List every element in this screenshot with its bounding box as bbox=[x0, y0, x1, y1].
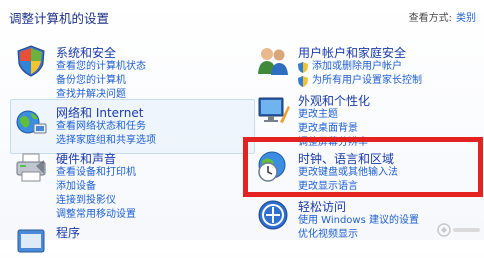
link-view-computer-status[interactable]: 查看您的计算机状态 bbox=[56, 60, 146, 74]
link-backup-computer[interactable]: 备份您的计算机 bbox=[56, 74, 146, 88]
link-add-remove-accounts-label: 添加或删除用户帐户 bbox=[312, 61, 402, 72]
red-highlight-box bbox=[243, 137, 483, 197]
watermark-logo-icon bbox=[437, 223, 480, 237]
network-globe-icon bbox=[16, 110, 47, 134]
link-mobility-settings[interactable]: 调整常用移动设置 bbox=[56, 208, 136, 222]
programs-icon bbox=[17, 229, 45, 253]
link-parental-controls-label: 为所有用户设置家长控制 bbox=[312, 75, 422, 86]
link-connect-projector[interactable]: 连接到投影仪 bbox=[56, 194, 136, 208]
category-programs[interactable]: 程序 bbox=[14, 224, 244, 253]
link-network-status[interactable]: 查看网络状态和任务 bbox=[56, 120, 156, 134]
category-title-user-accounts[interactable]: 用户帐户和家庭安全 bbox=[298, 44, 406, 61]
link-add-device[interactable]: 添加设备 bbox=[56, 180, 136, 194]
category-title-hardware-sound[interactable]: 硬件和声音 bbox=[56, 150, 116, 167]
category-hardware-sound[interactable]: 硬件和声音 查看设备和打印机 添加设备 连接到投影仪 调整常用移动设置 bbox=[14, 150, 244, 220]
uac-shield-icon bbox=[298, 62, 308, 73]
link-add-remove-accounts[interactable]: 添加或删除用户帐户 bbox=[298, 60, 422, 74]
monitor-brush-icon bbox=[258, 97, 290, 123]
category-title-appearance[interactable]: 外观和个性化 bbox=[298, 92, 370, 109]
shield-flag-icon bbox=[17, 45, 45, 77]
users-icon bbox=[258, 48, 288, 75]
category-title-network-internet[interactable]: 网络和 Internet bbox=[56, 104, 143, 121]
link-devices-printers[interactable]: 查看设备和打印机 bbox=[56, 166, 136, 180]
category-title-system-security[interactable]: 系统和安全 bbox=[56, 44, 116, 61]
page-title: 调整计算机的设置 bbox=[9, 11, 110, 26]
link-homegroup-sharing[interactable]: 选择家庭组和共享选项 bbox=[56, 134, 156, 148]
view-mode-dropdown[interactable]: 类别 bbox=[456, 13, 476, 24]
link-change-theme[interactable]: 更改主题 bbox=[298, 108, 368, 122]
link-troubleshoot[interactable]: 查找并解决问题 bbox=[56, 88, 146, 102]
link-parental-controls[interactable]: 为所有用户设置家长控制 bbox=[298, 74, 422, 88]
category-system-security[interactable]: 系统和安全 查看您的计算机状态 备份您的计算机 查找并解决问题 bbox=[14, 44, 244, 102]
uac-shield-icon bbox=[298, 76, 308, 87]
category-title-programs[interactable]: 程序 bbox=[56, 224, 80, 241]
printer-icon bbox=[16, 153, 46, 182]
link-windows-recommended[interactable]: 使用 Windows 建议的设置 bbox=[298, 214, 419, 228]
category-title-ease-of-access[interactable]: 轻松访问 bbox=[298, 198, 346, 215]
view-by: 查看方式: 类别 bbox=[409, 9, 476, 24]
link-change-background[interactable]: 更改桌面背景 bbox=[298, 122, 368, 136]
view-by-label: 查看方式: bbox=[408, 13, 452, 24]
ease-of-access-icon bbox=[258, 200, 288, 230]
